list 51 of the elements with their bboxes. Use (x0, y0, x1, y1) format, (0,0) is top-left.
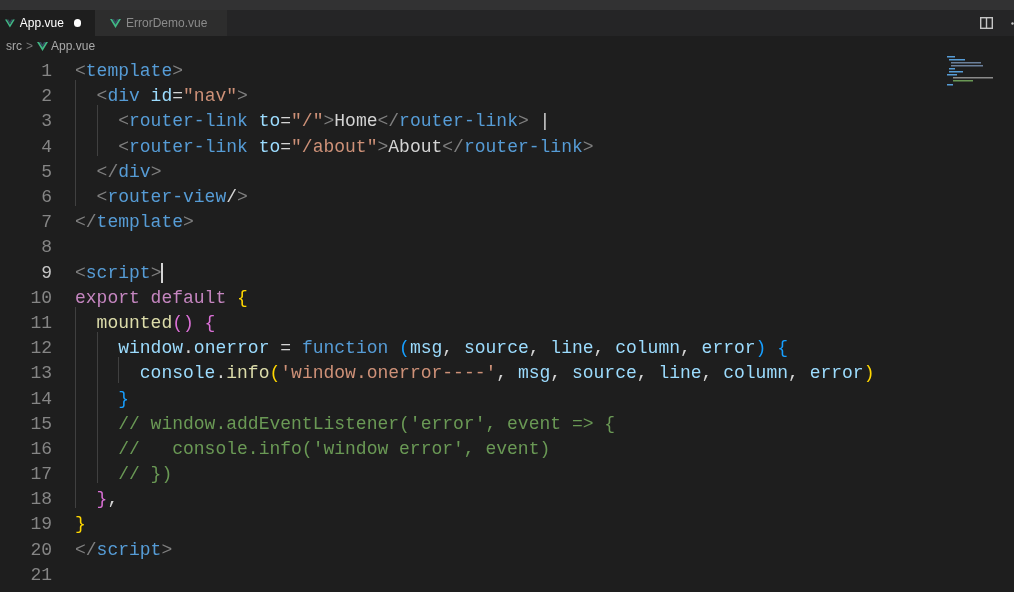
code-line: } (117, 387, 129, 411)
line-number: 20 (29, 538, 52, 562)
code-line: console.info('window.onerror----', msg, source, line, column, error) (138, 362, 875, 386)
line-number: 4 (40, 135, 52, 159)
vue-file-icon (37, 41, 48, 51)
line-number: 21 (29, 563, 52, 587)
code-line: <router-link to="/about">About</router-link> (117, 135, 594, 159)
line-number: 1 (40, 60, 52, 84)
code-line: mounted() { (95, 311, 216, 335)
line-number: 8 (40, 236, 52, 260)
line-number: 7 (40, 211, 52, 235)
code-line: // console.info('window error', event) (117, 437, 551, 461)
more-actions-icon[interactable] (1011, 22, 1014, 25)
code-line: } (75, 513, 86, 537)
code-line: <template> (75, 60, 184, 84)
line-number: 10 (29, 286, 52, 310)
line-number: 15 (29, 412, 52, 436)
vue-file-icon (110, 18, 121, 28)
vue-file-icon (5, 18, 15, 28)
split-editor-icon[interactable] (980, 17, 993, 29)
code-line: <div id="nav"> (95, 85, 248, 109)
code-line: <router-view/> (95, 186, 248, 210)
code-line: <script> (75, 261, 162, 285)
breadcrumb-item[interactable]: src (6, 37, 22, 55)
code-line: // }) (117, 463, 173, 487)
code-line: <router-link to="/">Home</router-link> | (117, 110, 551, 134)
line-number: 12 (29, 337, 52, 361)
line-number: 6 (40, 186, 52, 210)
breadcrumb-separator: > (26, 38, 33, 55)
line-number: 5 (40, 160, 52, 184)
line-number: 18 (29, 488, 52, 512)
code-line: }, (95, 488, 119, 512)
line-number: 17 (29, 463, 52, 487)
line-number: 3 (40, 110, 52, 134)
line-number: 19 (29, 513, 52, 537)
line-number: 11 (29, 311, 52, 335)
code-line: // window.addEventListener('error', event => { (117, 412, 616, 436)
code-line: </script> (75, 538, 173, 562)
line-number: 2 (40, 85, 52, 109)
line-number: 13 (29, 362, 52, 386)
code-line: </div> (95, 160, 162, 184)
line-number: 16 (29, 437, 52, 461)
breadcrumb-item[interactable]: App.vue (37, 37, 96, 55)
code-line: export default { (75, 286, 248, 310)
editor-tab[interactable]: ErrorDemo.vue (95, 10, 227, 36)
code-line: </template> (75, 211, 194, 235)
code-line: window.onerror = function (msg, source, line, column, error) { (117, 337, 788, 361)
editor-tab[interactable]: App.vue (0, 10, 95, 36)
line-number: 14 (29, 387, 52, 411)
line-number: 9 (40, 261, 52, 285)
minimap (945, 56, 995, 86)
